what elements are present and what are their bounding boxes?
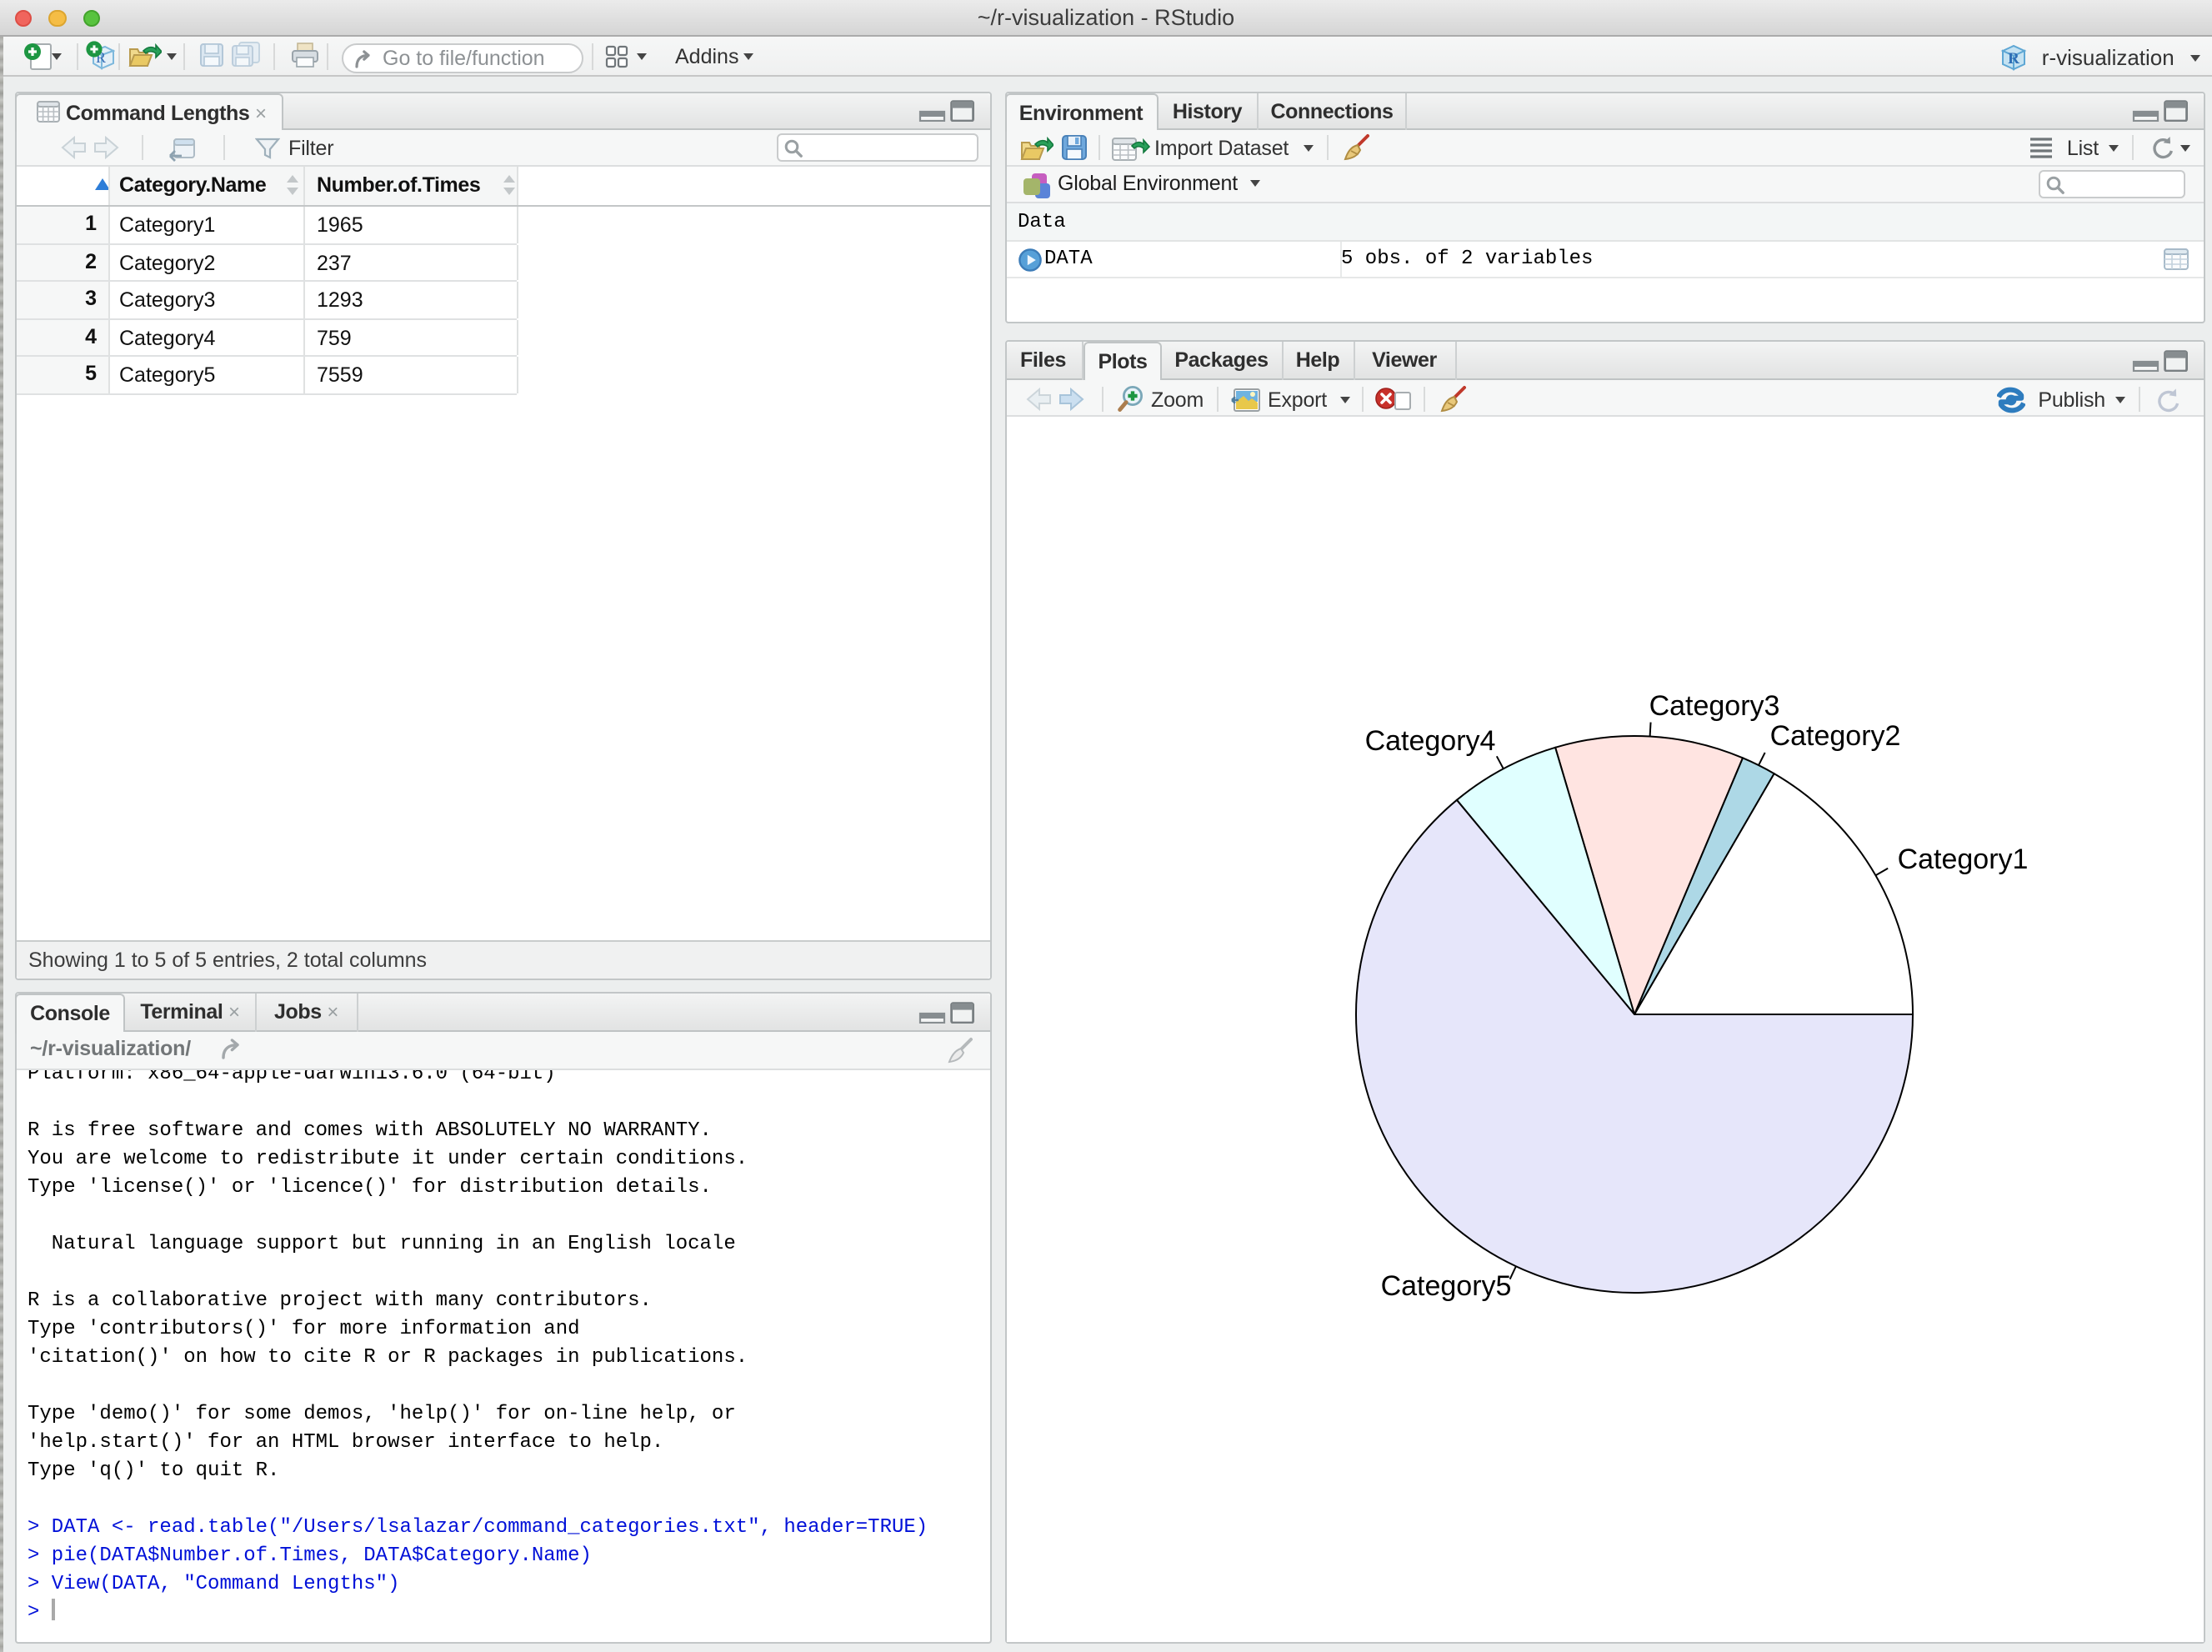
svg-text:Category5: Category5 xyxy=(1380,1269,1511,1301)
svg-text:Category2: Category2 xyxy=(1769,719,1900,751)
svg-text:R: R xyxy=(2009,49,2020,67)
svg-text:Category4: Category4 xyxy=(1364,724,1495,756)
svg-text:Category3: Category3 xyxy=(1649,689,1779,721)
svg-text:Category1: Category1 xyxy=(1897,843,2028,874)
